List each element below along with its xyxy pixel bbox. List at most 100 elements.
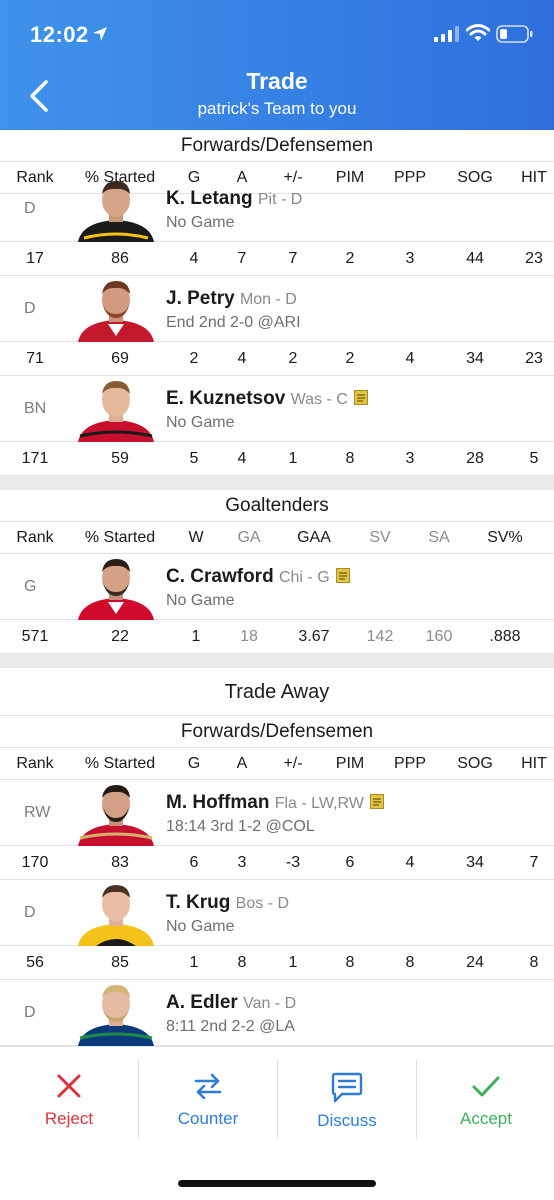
- stat-ppp: 3: [405, 449, 415, 467]
- col-rank: Rank: [16, 754, 54, 772]
- player-name[interactable]: T. Krug: [166, 892, 230, 913]
- player-name-line: T. Krug Bos - D: [166, 892, 289, 914]
- col-ppp: PPP: [393, 168, 426, 186]
- col-sog: SOG: [457, 754, 493, 772]
- player-name[interactable]: A. Edler: [166, 992, 238, 1013]
- stat-hit: 23: [525, 349, 543, 367]
- stat-pct-started: 59: [111, 449, 129, 467]
- counter-button[interactable]: Counter: [139, 1059, 277, 1139]
- stat-g: 1: [189, 953, 199, 971]
- stat-rank: 17: [26, 249, 44, 267]
- col-gaa: GAA: [297, 528, 331, 546]
- player-name[interactable]: J. Petry: [166, 288, 235, 309]
- table-header-forwards-away: Rank % Started G A +/- PIM PPP SOG HIT: [0, 748, 554, 780]
- stats-row-crawford: 571 22 1 18 3.67 142 160 .888: [0, 620, 554, 654]
- player-name[interactable]: C. Crawford: [166, 566, 274, 587]
- player-game-status: End 2nd 2-0 @ARI: [166, 314, 301, 331]
- stat-sa: 160: [425, 627, 453, 645]
- col-sog: SOG: [457, 168, 493, 186]
- stat-gaa: 3.67: [298, 627, 330, 645]
- player-name-line: A. Edler Van - D: [166, 992, 296, 1014]
- stat-pim: 6: [345, 853, 355, 871]
- stat-ga: 18: [240, 627, 258, 645]
- col-rank: Rank: [16, 168, 54, 186]
- player-position: G: [24, 578, 37, 595]
- chat-bubble-icon: [331, 1072, 363, 1103]
- player-avatar-krug: [78, 885, 154, 946]
- stats-row-krug: 56 85 1 8 1 8 8 24 8: [0, 946, 554, 980]
- wifi-icon: [466, 24, 490, 41]
- discuss-button[interactable]: Discuss: [278, 1059, 416, 1139]
- col-pct-started: % Started: [84, 528, 156, 546]
- player-name-line: J. Petry Mon - D: [166, 288, 297, 310]
- stat-w: 1: [191, 627, 201, 645]
- checkmark-icon: [472, 1076, 500, 1097]
- stat-pim: 2: [345, 349, 355, 367]
- x-icon: [57, 1074, 81, 1098]
- section-title-forwards-receive: Forwards/Defensemen: [0, 130, 554, 162]
- stat-ppp: 4: [405, 853, 415, 871]
- stats-row-hoffman: 170 83 6 3 -3 6 4 34 7: [0, 846, 554, 880]
- stat-a: 4: [237, 349, 247, 367]
- col-a: A: [236, 754, 248, 772]
- note-icon[interactable]: [335, 568, 350, 583]
- col-plus-minus: +/-: [283, 168, 303, 186]
- col-w: W: [188, 528, 204, 546]
- note-icon[interactable]: [353, 390, 368, 405]
- stat-a: 4: [237, 449, 247, 467]
- stat-ppp: 3: [405, 249, 415, 267]
- stat-rank: 170: [21, 853, 49, 871]
- col-g: G: [187, 168, 201, 186]
- player-row-edler[interactable]: D A. Edler Van - D 8:11 2nd 2-2 @LA: [0, 980, 554, 1046]
- stat-rank: 56: [26, 953, 44, 971]
- note-icon[interactable]: [369, 794, 384, 809]
- stats-row-letang: 17 86 4 7 7 2 3 44 23: [0, 242, 554, 276]
- player-name-line: M. Hoffman Fla - LW,RW: [166, 792, 384, 814]
- player-name[interactable]: K. Letang: [166, 188, 253, 209]
- stat-hit: 7: [529, 853, 539, 871]
- player-game-status: 8:11 2nd 2-2 @LA: [166, 1018, 295, 1035]
- player-team: Pit - D: [257, 191, 303, 208]
- player-name-line: K. Letang Pit - D: [166, 188, 302, 210]
- col-hit: HIT: [521, 754, 547, 772]
- player-name[interactable]: E. Kuznetsov: [166, 388, 285, 409]
- reject-button[interactable]: Reject: [0, 1059, 138, 1139]
- stat-hit: 23: [525, 249, 543, 267]
- home-indicator[interactable]: [178, 1180, 376, 1187]
- stat-pim: 2: [345, 249, 355, 267]
- stat-sog: 44: [466, 249, 484, 267]
- accept-button[interactable]: Accept: [417, 1059, 554, 1139]
- col-g: G: [187, 754, 201, 772]
- player-game-status: No Game: [166, 414, 235, 431]
- stat-g: 2: [189, 349, 199, 367]
- player-row-hoffman[interactable]: RW M. Hoffman Fla - LW,RW 18:14 3rd 1-2 …: [0, 780, 554, 846]
- player-row-krug[interactable]: D T. Krug Bos - D No Game: [0, 880, 554, 946]
- trade-content[interactable]: Forwards/Defensemen Rank % Started G A +…: [0, 130, 554, 1046]
- player-position: D: [24, 200, 36, 217]
- col-sv-pct: SV%: [487, 528, 523, 546]
- stats-row-kuznetsov: 171 59 5 4 1 8 3 28 5: [0, 442, 554, 476]
- player-team: Bos - D: [235, 895, 290, 912]
- player-row-letang[interactable]: D K. Letang Pit - D No Game: [0, 181, 554, 242]
- col-sa: SA: [428, 528, 450, 546]
- stat-rank: 71: [26, 349, 44, 367]
- nav-header: 12:02 Trade patrick's Team to you: [0, 0, 554, 130]
- player-row-petry[interactable]: D J. Petry Mon - D End 2nd 2-0 @ARI: [0, 276, 554, 342]
- col-rank: Rank: [16, 528, 54, 546]
- stat-pim: 8: [345, 449, 355, 467]
- stats-row-petry: 71 69 2 4 2 2 4 34 23: [0, 342, 554, 376]
- cellular-signal-icon: [434, 26, 459, 42]
- stat-sog: 34: [466, 853, 484, 871]
- player-avatar-hoffman: [78, 785, 154, 846]
- player-team: Mon - D: [239, 291, 297, 308]
- col-a: A: [236, 168, 248, 186]
- page-subtitle: patrick's Team to you: [197, 99, 357, 118]
- stat-sv: 142: [366, 627, 394, 645]
- col-pct-started: % Started: [84, 754, 156, 772]
- col-ppp: PPP: [393, 754, 426, 772]
- player-name[interactable]: M. Hoffman: [166, 792, 269, 813]
- player-row-crawford[interactable]: G C. Crawford Chi - G No Game: [0, 554, 554, 620]
- swap-arrows-icon: [194, 1073, 222, 1100]
- player-row-kuznetsov[interactable]: BN E. Kuznetsov Was - C No Game: [0, 376, 554, 442]
- stat-a: 3: [237, 853, 247, 871]
